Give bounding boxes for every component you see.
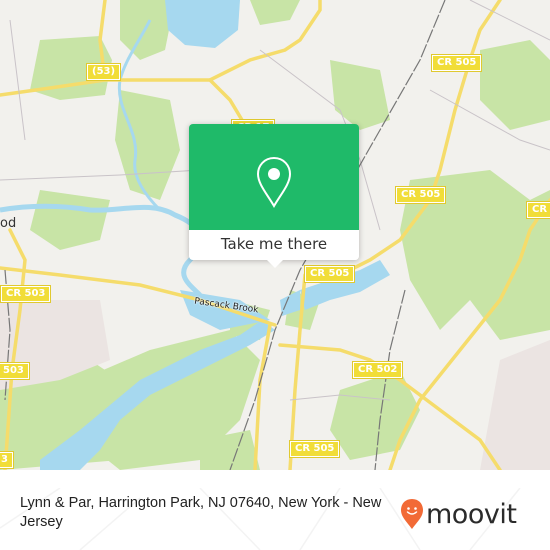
- forest-area: [480, 40, 550, 130]
- footer: Lynn & Par, Harrington Park, NJ 07640, N…: [0, 488, 550, 550]
- moovit-logo-text: moovit: [426, 498, 517, 530]
- road-shield-route-53: (53): [85, 63, 122, 81]
- road-shield-cr-502: CR 502: [351, 361, 404, 379]
- forest-area: [250, 0, 300, 25]
- popup-pointer: [267, 260, 283, 268]
- road-shield-cr-505-ne: CR 505: [430, 54, 483, 72]
- road-shield-cr-505-s: CR 505: [288, 440, 341, 458]
- place-label-town: od: [0, 216, 17, 231]
- moovit-pin-face-icon: [401, 499, 423, 529]
- lake-north: [165, 0, 240, 48]
- location-popup: Take me there: [189, 124, 359, 268]
- residential-area: [480, 340, 550, 470]
- forest-area: [115, 90, 180, 200]
- forest-area: [30, 190, 110, 250]
- popup-header: [189, 124, 359, 230]
- moovit-logo[interactable]: moovit: [400, 498, 517, 530]
- forest-area: [330, 60, 390, 130]
- map-pin-icon: [256, 156, 292, 208]
- road-cr17: [208, 78, 247, 127]
- road-shield-cr-503-sw: 503: [0, 362, 30, 380]
- road-shield-cr-505-e: CR 505: [394, 186, 447, 204]
- minor-road: [469, 0, 550, 41]
- road-shield-cr-edge-sw: 3: [0, 451, 14, 469]
- road-center: [253, 323, 272, 470]
- road-shield-cr-503-w: CR 503: [0, 285, 52, 303]
- take-me-there-button[interactable]: Take me there: [189, 230, 359, 260]
- road-shield-cr-edge-e: CR: [525, 201, 550, 219]
- minor-road: [9, 19, 26, 141]
- map-view[interactable]: (53) CR 17 CR 505 CR 505 CR 505 CR 505 C…: [0, 0, 550, 470]
- location-address: Lynn & Par, Harrington Park, NJ 07640, N…: [20, 495, 382, 530]
- road-shield-cr-505-center: CR 505: [303, 265, 356, 283]
